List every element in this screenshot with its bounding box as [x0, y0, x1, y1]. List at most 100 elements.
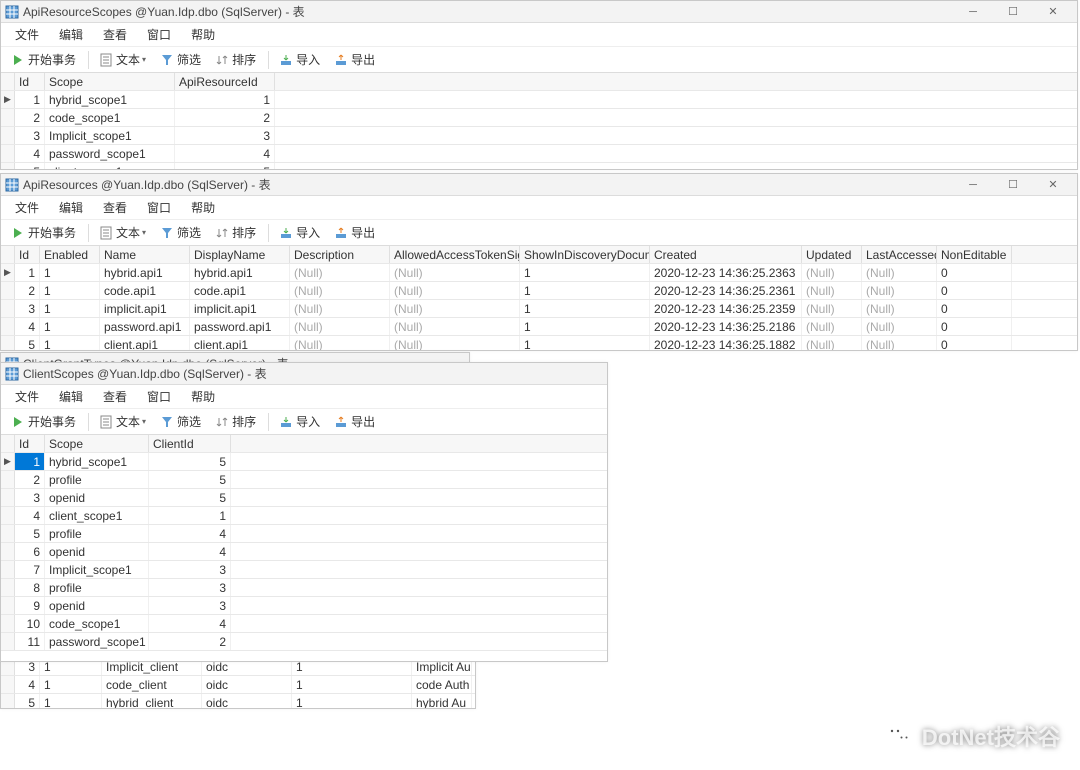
close-button[interactable]: ✕: [1033, 174, 1073, 196]
cell[interactable]: openid: [45, 597, 149, 614]
cell[interactable]: 1: [292, 676, 412, 693]
cell[interactable]: (Null): [862, 264, 937, 281]
menu-帮助[interactable]: 帮助: [181, 23, 225, 46]
cell[interactable]: 5: [15, 336, 40, 350]
cell[interactable]: 1: [520, 336, 650, 350]
cell[interactable]: 5: [149, 453, 231, 470]
minimize-button[interactable]: ─: [953, 174, 993, 196]
cell[interactable]: 1: [40, 318, 100, 335]
filter-button[interactable]: 筛选: [154, 222, 207, 243]
cell[interactable]: code.api1: [190, 282, 290, 299]
data-grid[interactable]: IdScopeClientId▶1hybrid_scope152profile5…: [1, 435, 607, 661]
cell[interactable]: (Null): [802, 282, 862, 299]
menu-编辑[interactable]: 编辑: [49, 385, 93, 408]
cell[interactable]: 1: [520, 300, 650, 317]
cell[interactable]: 1: [520, 282, 650, 299]
begin-tx-button[interactable]: 开始事务: [5, 222, 82, 243]
cell[interactable]: implicit.api1: [190, 300, 290, 317]
cell[interactable]: code Auth: [412, 676, 472, 693]
cell[interactable]: (Null): [290, 336, 390, 350]
table-row[interactable]: 3Implicit_scope13: [1, 127, 1077, 145]
cell[interactable]: 3: [15, 489, 45, 506]
cell[interactable]: 4: [15, 318, 40, 335]
cell[interactable]: profile: [45, 471, 149, 488]
col-header[interactable]: ShowInDiscoveryDocume: [520, 246, 650, 263]
cell[interactable]: profile: [45, 525, 149, 542]
cell[interactable]: 0: [937, 318, 1012, 335]
import-button[interactable]: 导入: [273, 49, 326, 70]
cell[interactable]: 1: [40, 300, 100, 317]
import-button[interactable]: 导入: [273, 222, 326, 243]
cell[interactable]: 4: [149, 615, 231, 632]
cell[interactable]: (Null): [290, 300, 390, 317]
cell[interactable]: 5: [149, 471, 231, 488]
cell[interactable]: 1: [40, 676, 102, 693]
cell[interactable]: 7: [15, 561, 45, 578]
cell[interactable]: hybrid_scope1: [45, 91, 175, 108]
sort-button[interactable]: 排序: [209, 49, 262, 70]
menu-编辑[interactable]: 编辑: [49, 196, 93, 219]
table-row[interactable]: 51hybrid_clientoidc1hybrid Au: [1, 694, 475, 708]
export-button[interactable]: 导出: [328, 411, 381, 432]
export-button[interactable]: 导出: [328, 222, 381, 243]
export-button[interactable]: 导出: [328, 49, 381, 70]
cell[interactable]: client_scope1: [45, 507, 149, 524]
menu-窗口[interactable]: 窗口: [137, 385, 181, 408]
cell[interactable]: (Null): [390, 264, 520, 281]
table-row[interactable]: 4password_scope14: [1, 145, 1077, 163]
cell[interactable]: 1: [15, 91, 45, 108]
cell[interactable]: password_scope1: [45, 633, 149, 650]
menu-文件[interactable]: 文件: [5, 23, 49, 46]
titlebar[interactable]: ApiResources @Yuan.Idp.dbo (SqlServer) -…: [1, 174, 1077, 196]
cell[interactable]: openid: [45, 489, 149, 506]
cell[interactable]: profile: [45, 579, 149, 596]
cell[interactable]: 2020-12-23 14:36:25.2359: [650, 300, 802, 317]
cell[interactable]: password.api1: [190, 318, 290, 335]
cell[interactable]: hybrid.api1: [100, 264, 190, 281]
cell[interactable]: 4: [149, 525, 231, 542]
cell[interactable]: 2: [15, 471, 45, 488]
maximize-button[interactable]: ☐: [993, 174, 1033, 196]
col-header[interactable]: Id: [15, 73, 45, 90]
cell[interactable]: 1: [520, 264, 650, 281]
cell[interactable]: 1: [40, 264, 100, 281]
filter-button[interactable]: 筛选: [154, 411, 207, 432]
data-grid[interactable]: IdEnabledNameDisplayNameDescriptionAllow…: [1, 246, 1077, 350]
close-button[interactable]: ✕: [1033, 1, 1073, 23]
cell[interactable]: 2020-12-23 14:36:25.2361: [650, 282, 802, 299]
text-button[interactable]: 文本▾: [93, 411, 152, 432]
col-header[interactable]: LastAccessed: [862, 246, 937, 263]
cell[interactable]: 5: [175, 163, 275, 169]
col-header[interactable]: Id: [15, 435, 45, 452]
text-button[interactable]: 文本▾: [93, 222, 152, 243]
table-row[interactable]: 9openid3: [1, 597, 607, 615]
import-button[interactable]: 导入: [273, 411, 326, 432]
cell[interactable]: 2020-12-23 14:36:25.2186: [650, 318, 802, 335]
cell[interactable]: 0: [937, 300, 1012, 317]
menu-查看[interactable]: 查看: [93, 196, 137, 219]
col-header[interactable]: Scope: [45, 73, 175, 90]
cell[interactable]: (Null): [862, 300, 937, 317]
cell[interactable]: (Null): [802, 264, 862, 281]
col-header[interactable]: Scope: [45, 435, 149, 452]
cell[interactable]: hybrid_scope1: [45, 453, 149, 470]
col-header[interactable]: ApiResourceId: [175, 73, 275, 90]
cell[interactable]: 2020-12-23 14:36:25.2363: [650, 264, 802, 281]
cell[interactable]: code_client: [102, 676, 202, 693]
cell[interactable]: (Null): [802, 300, 862, 317]
cell[interactable]: 1: [149, 507, 231, 524]
cell[interactable]: 10: [15, 615, 45, 632]
menu-查看[interactable]: 查看: [93, 385, 137, 408]
cell[interactable]: 3: [15, 300, 40, 317]
table-row[interactable]: 51client.api1client.api1(Null)(Null)1202…: [1, 336, 1077, 350]
cell[interactable]: hybrid Au: [412, 694, 472, 708]
cell[interactable]: 1: [520, 318, 650, 335]
menu-帮助[interactable]: 帮助: [181, 196, 225, 219]
table-row[interactable]: 7Implicit_scope13: [1, 561, 607, 579]
cell[interactable]: 4: [175, 145, 275, 162]
cell[interactable]: 11: [15, 633, 45, 650]
cell[interactable]: 5: [15, 163, 45, 169]
cell[interactable]: 2020-12-23 14:36:25.1882: [650, 336, 802, 350]
cell[interactable]: oidc: [202, 676, 292, 693]
table-row[interactable]: 21code.api1code.api1(Null)(Null)12020-12…: [1, 282, 1077, 300]
